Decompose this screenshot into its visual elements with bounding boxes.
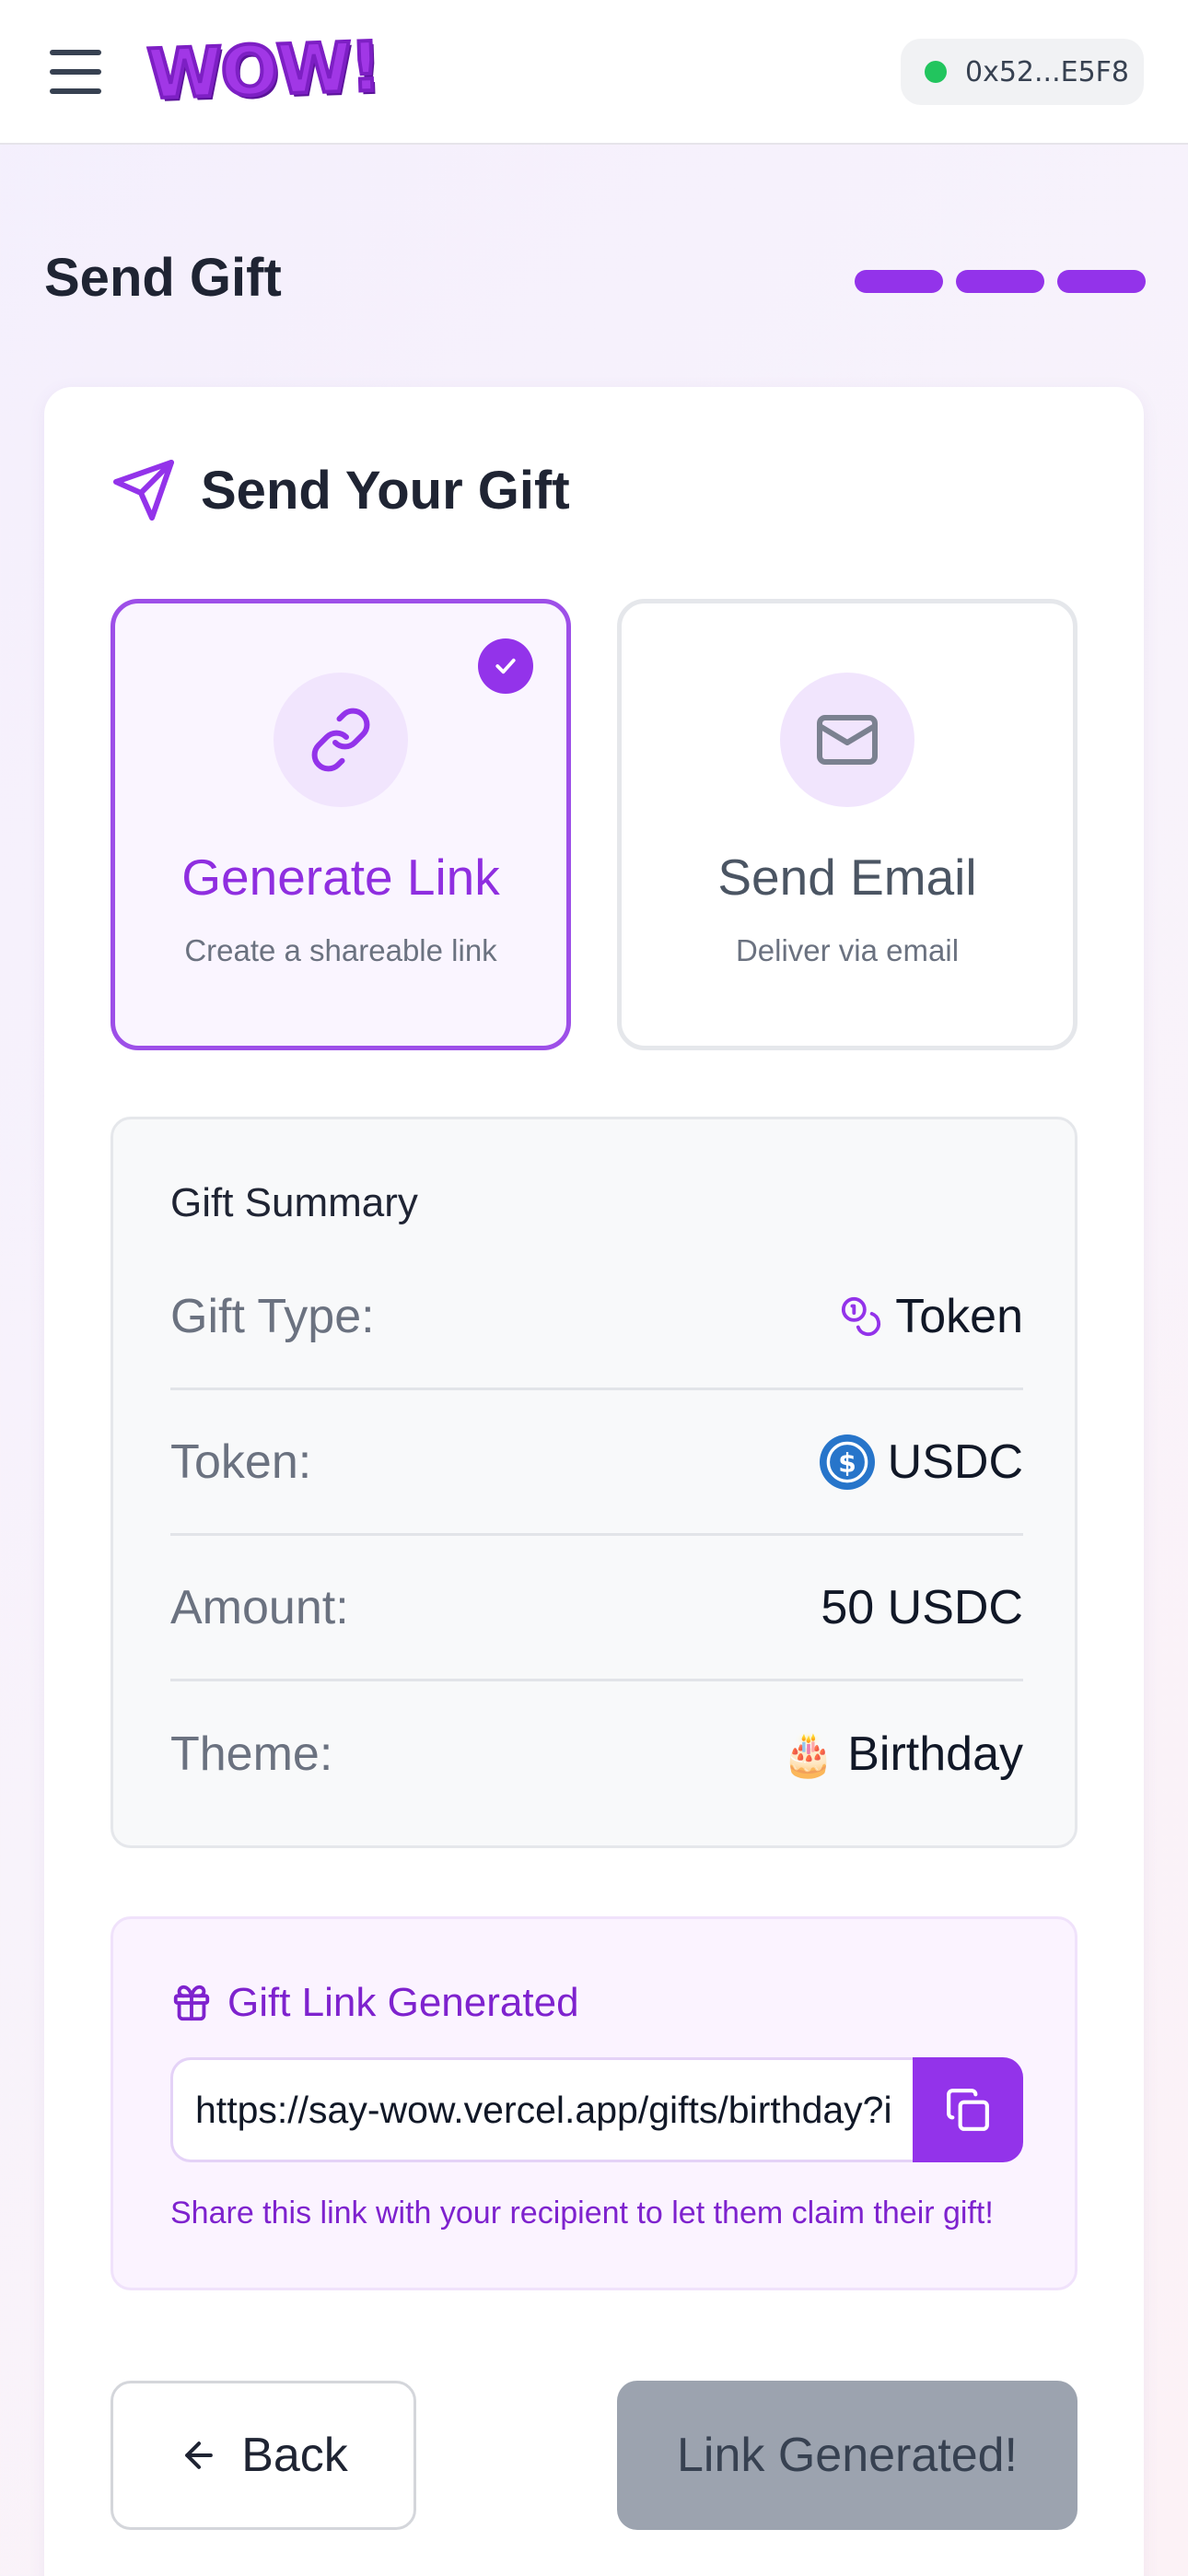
option-send-email[interactable]: Send Email Deliver via email [617,599,1077,1050]
option-title: Generate Link [181,849,500,906]
back-button[interactable]: Back [111,2381,416,2530]
card-title: Send Your Gift [201,460,570,521]
row-label: Amount: [170,1580,349,1634]
theme-value: Birthday [847,1727,1023,1781]
progress-step-1 [855,270,943,293]
back-label: Back [241,2429,348,2482]
progress-step-2 [956,270,1044,293]
send-gift-card: Send Your Gift Generate Link Create a sh… [44,387,1144,2576]
link-panel-heading: Gift Link Generated [170,1980,579,2026]
row-value: 🎂 Birthday [782,1727,1023,1782]
summary-row-theme: Theme: 🎂 Birthday [170,1681,1023,1827]
gift-type-value: Token [895,1289,1023,1343]
step-progress-indicator [855,270,1146,293]
usdc-icon: $ [819,1434,875,1490]
copy-icon [947,2089,989,2131]
wallet-address: 0x52...E5F8 [965,55,1130,88]
arrow-left-icon [185,2441,214,2469]
option-generate-link[interactable]: Generate Link Create a shareable link [111,599,571,1050]
mail-icon [780,673,914,807]
row-label: Theme: [170,1727,333,1781]
wallet-chip[interactable]: 0x52...E5F8 [901,39,1144,105]
option-title: Send Email [717,849,977,906]
page-title: Send Gift [44,248,282,308]
link-help-text: Share this link with your recipient to l… [170,2195,994,2231]
row-value: $ USDC [819,1434,1023,1490]
row-label: Token: [170,1434,312,1489]
gift-summary: Gift Summary Gift Type: Token Token: $ U… [111,1117,1077,1848]
link-heading-text: Gift Link Generated [227,1980,579,2025]
option-description: Create a shareable link [184,933,497,967]
link-icon [274,673,408,807]
gift-link-input[interactable] [170,2057,913,2162]
svg-text:$: $ [838,1447,856,1478]
progress-step-3 [1057,270,1146,293]
summary-heading: Gift Summary [170,1180,418,1225]
summary-row-token: Token: $ USDC [170,1390,1023,1536]
row-value: Token [840,1289,1023,1344]
card-header: Send Your Gift [111,457,570,523]
paper-plane-icon [113,460,174,521]
link-generated-button[interactable]: Link Generated! [617,2381,1077,2530]
check-icon [478,638,533,694]
app-logo[interactable]: WOW! [145,26,383,117]
menu-icon[interactable] [50,48,103,96]
wallet-status-dot [925,61,947,83]
coins-icon [842,1296,881,1336]
copy-link-button[interactable] [913,2057,1023,2162]
summary-row-amount: Amount: 50 USDC [170,1536,1023,1681]
top-app-bar: WOW! 0x52...E5F8 [0,0,1188,145]
row-label: Gift Type: [170,1289,375,1343]
token-value: USDC [887,1434,1023,1489]
birthday-icon: 🎂 [781,1728,835,1779]
gift-icon [173,1985,210,2021]
amount-value: 50 USDC [821,1580,1023,1634]
option-description: Deliver via email [735,933,960,967]
gift-link-panel: Gift Link Generated Share this link with… [111,1916,1077,2290]
summary-row-gift-type: Gift Type: Token [170,1245,1023,1390]
